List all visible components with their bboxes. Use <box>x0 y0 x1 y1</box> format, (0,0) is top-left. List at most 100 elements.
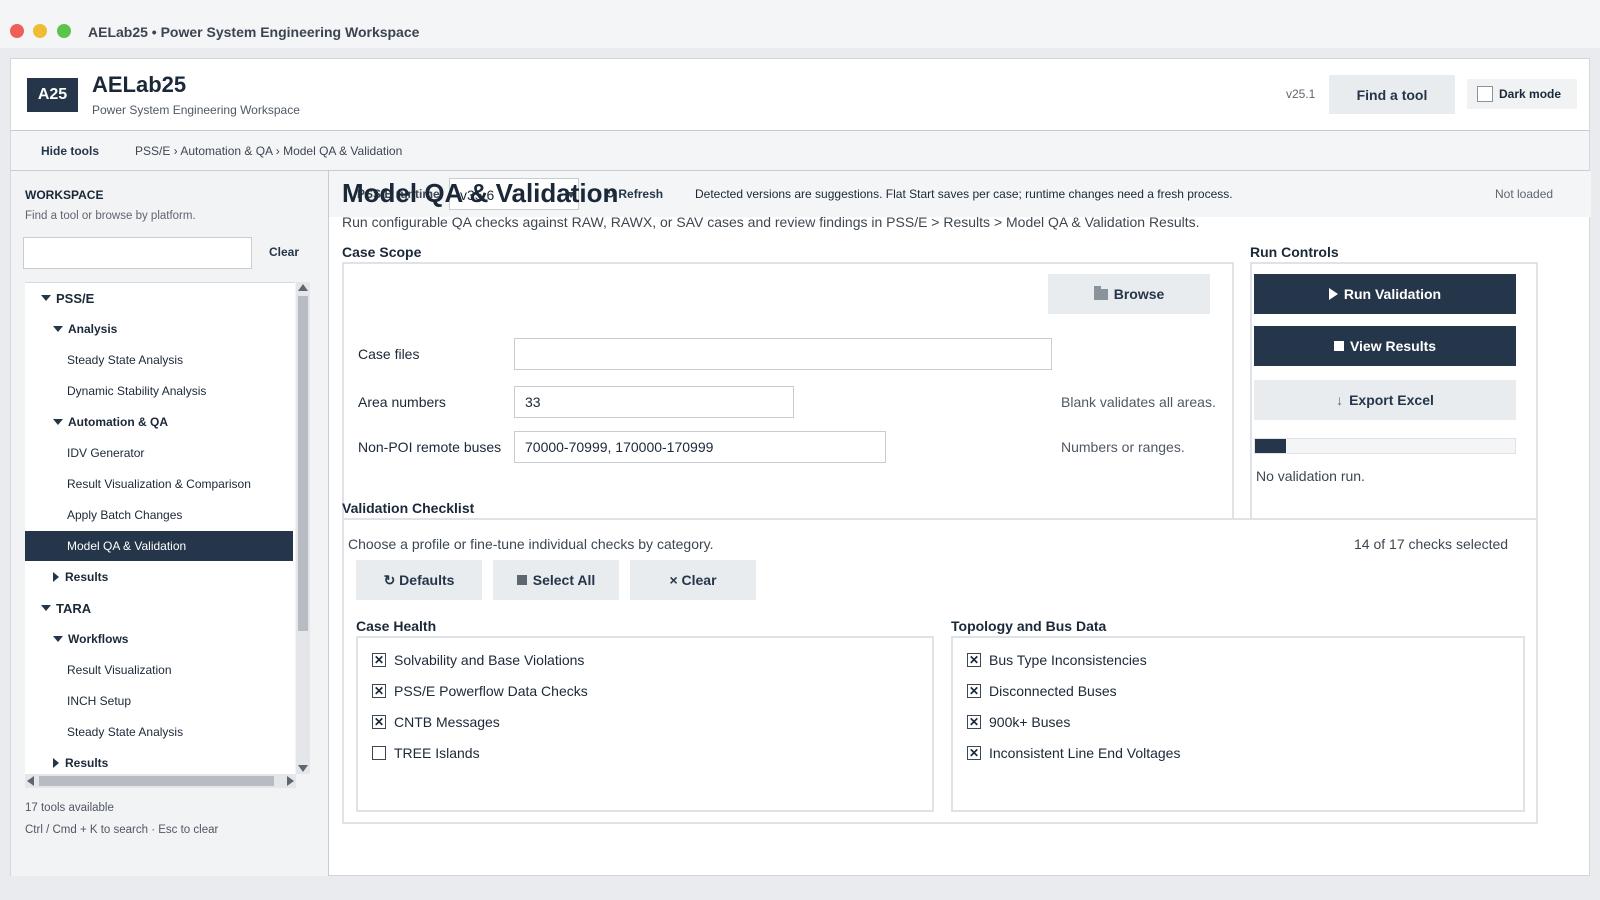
tree-node-results[interactable]: Results <box>25 562 293 592</box>
tree-node-workflows[interactable]: Workflows <box>25 624 293 654</box>
dark-mode-checkbox[interactable] <box>1477 86 1493 102</box>
select-all-icon <box>516 575 527 585</box>
scroll-down-icon[interactable] <box>298 765 308 772</box>
defaults-button[interactable]: ↻ Defaults <box>356 560 482 600</box>
tree-item-result-visualization[interactable]: Result Visualization <box>25 655 293 685</box>
runtime-note: Detected versions are suggestions. Flat … <box>695 187 1233 201</box>
breadcrumb: PSS/E › Automation & QA › Model QA & Val… <box>135 144 403 158</box>
checkbox[interactable]: ✕ <box>967 684 981 698</box>
run-validation-button[interactable]: Run Validation <box>1254 274 1516 314</box>
zoom-window-icon[interactable] <box>57 24 71 38</box>
select-all-button[interactable]: Select All <box>493 560 619 600</box>
tree-label: Workflows <box>68 632 129 646</box>
checkbox[interactable]: ✕ <box>372 653 386 667</box>
check-label: 900k+ Buses <box>989 714 1071 730</box>
close-window-icon[interactable] <box>10 24 24 38</box>
page-title: Model QA & Validation <box>342 178 619 208</box>
tree-label: PSS/E <box>56 290 95 306</box>
tree-label: Automation & QA <box>68 415 168 429</box>
caret-right-icon <box>53 758 59 768</box>
minimize-window-icon[interactable] <box>33 24 47 38</box>
find-tool-button[interactable]: Find a tool <box>1329 75 1455 114</box>
run-validation-label: Run Validation <box>1343 286 1442 302</box>
scroll-thumb[interactable] <box>39 776 274 786</box>
run-status-text: No validation run. <box>1256 468 1365 484</box>
check-label: Inconsistent Line End Voltages <box>989 745 1181 761</box>
tree-node-tara-results[interactable]: Results <box>25 748 293 774</box>
tree-item-dynamic-stability-analysis[interactable]: Dynamic Stability Analysis <box>25 376 293 406</box>
check-label: Solvability and Base Violations <box>394 652 585 668</box>
tree-label: TARA <box>56 600 92 616</box>
tools-count: 17 tools available <box>25 802 114 814</box>
check-bus-type[interactable]: ✕ Bus Type Inconsistencies <box>967 649 1147 671</box>
window-titlebar: AELab25 • Power System Engineering Works… <box>0 0 1600 48</box>
check-solvability[interactable]: ✕ Solvability and Base Violations <box>372 649 584 671</box>
topology-title: Topology and Bus Data <box>951 618 1107 634</box>
checkbox[interactable]: ✕ <box>967 715 981 729</box>
select-all-label: Select All <box>532 572 596 588</box>
check-900k-buses[interactable]: ✕ 900k+ Buses <box>967 711 1070 733</box>
hide-tools-button[interactable]: Hide tools <box>41 144 99 158</box>
view-results-button[interactable]: View Results <box>1254 326 1516 366</box>
folder-icon <box>1093 285 1108 300</box>
checklist-subtitle: Choose a profile or fine-tune individual… <box>348 536 714 552</box>
caret-right-icon <box>53 572 59 582</box>
tree-item-apply-batch-changes[interactable]: Apply Batch Changes <box>25 500 293 530</box>
remote-buses-label: Non-POI remote buses <box>358 439 502 455</box>
check-powerflow-data[interactable]: ✕ PSS/E Powerflow Data Checks <box>372 680 588 702</box>
tree-node-analysis[interactable]: Analysis <box>25 314 293 344</box>
progress-fill <box>1255 439 1287 453</box>
browse-label: Browse <box>1113 286 1165 302</box>
page-description: Run configurable QA checks against RAW, … <box>342 214 1200 230</box>
tree-item-inch-setup[interactable]: INCH Setup <box>25 686 293 716</box>
window-title: AELab25 • Power System Engineering Works… <box>88 24 420 40</box>
runtime-status: Not loaded <box>1495 187 1554 201</box>
play-icon <box>1328 288 1338 300</box>
remote-buses-hint: Numbers or ranges. <box>1061 439 1185 455</box>
workspace-sidebar: WORKSPACE Find a tool or browse by platf… <box>11 171 329 877</box>
case-files-input[interactable] <box>514 338 1052 370</box>
tree-item-model-qa-validation[interactable]: Model QA & Validation <box>25 531 293 561</box>
check-label: Disconnected Buses <box>989 683 1117 699</box>
scroll-right-icon[interactable] <box>287 776 294 786</box>
tree-item-result-visualization-comparison[interactable]: Result Visualization & Comparison <box>25 469 293 499</box>
app-logo: A25 <box>27 78 78 112</box>
tree-node-psse[interactable]: PSS/E <box>25 283 293 313</box>
check-label: PSS/E Powerflow Data Checks <box>394 683 588 699</box>
export-excel-button[interactable]: ↓ Export Excel <box>1254 380 1516 420</box>
check-line-end-voltages[interactable]: ✕ Inconsistent Line End Voltages <box>967 742 1180 764</box>
checkbox[interactable]: ✕ <box>372 715 386 729</box>
browse-button[interactable]: Browse <box>1048 274 1210 314</box>
remote-buses-input[interactable]: 70000-70999, 170000-170999 <box>514 431 886 463</box>
dark-mode-toggle[interactable]: Dark mode <box>1467 79 1577 109</box>
validation-progress-bar <box>1254 438 1516 454</box>
search-clear-button[interactable]: Clear <box>269 245 299 259</box>
scroll-left-icon[interactable] <box>27 776 34 786</box>
tree-node-tara[interactable]: TARA <box>25 593 293 623</box>
tree-node-automation-qa[interactable]: Automation & QA <box>25 407 293 437</box>
clear-checks-button[interactable]: × Clear <box>630 560 756 600</box>
tree-vertical-scrollbar[interactable] <box>296 282 310 774</box>
area-numbers-input[interactable]: 33 <box>514 386 794 418</box>
checkbox[interactable]: ✕ <box>967 746 981 760</box>
export-excel-label: Export Excel <box>1349 392 1434 408</box>
check-disconnected-buses[interactable]: ✕ Disconnected Buses <box>967 680 1117 702</box>
tool-search-input[interactable] <box>23 237 252 269</box>
check-label: TREE Islands <box>394 745 480 761</box>
check-cntb-messages[interactable]: ✕ CNTB Messages <box>372 711 500 733</box>
checkbox[interactable]: ✕ <box>372 684 386 698</box>
checkbox[interactable]: ✕ <box>967 653 981 667</box>
check-label: CNTB Messages <box>394 714 500 730</box>
checkbox[interactable] <box>372 746 386 760</box>
scroll-thumb[interactable] <box>298 296 308 631</box>
tree-item-tara-steady-state-analysis[interactable]: Steady State Analysis <box>25 717 293 747</box>
tool-tree: PSS/E Analysis Steady State Analysis Dyn… <box>25 282 295 774</box>
check-tree-islands[interactable]: TREE Islands <box>372 742 480 764</box>
checks-selected-count: 14 of 17 checks selected <box>1354 536 1509 552</box>
tree-item-idv-generator[interactable]: IDV Generator <box>25 438 293 468</box>
tree-item-steady-state-analysis[interactable]: Steady State Analysis <box>25 345 293 375</box>
tree-horizontal-scrollbar[interactable] <box>25 774 296 788</box>
sidebar-title: WORKSPACE <box>25 188 104 202</box>
scroll-up-icon[interactable] <box>298 284 308 291</box>
caret-down-icon <box>53 419 63 425</box>
